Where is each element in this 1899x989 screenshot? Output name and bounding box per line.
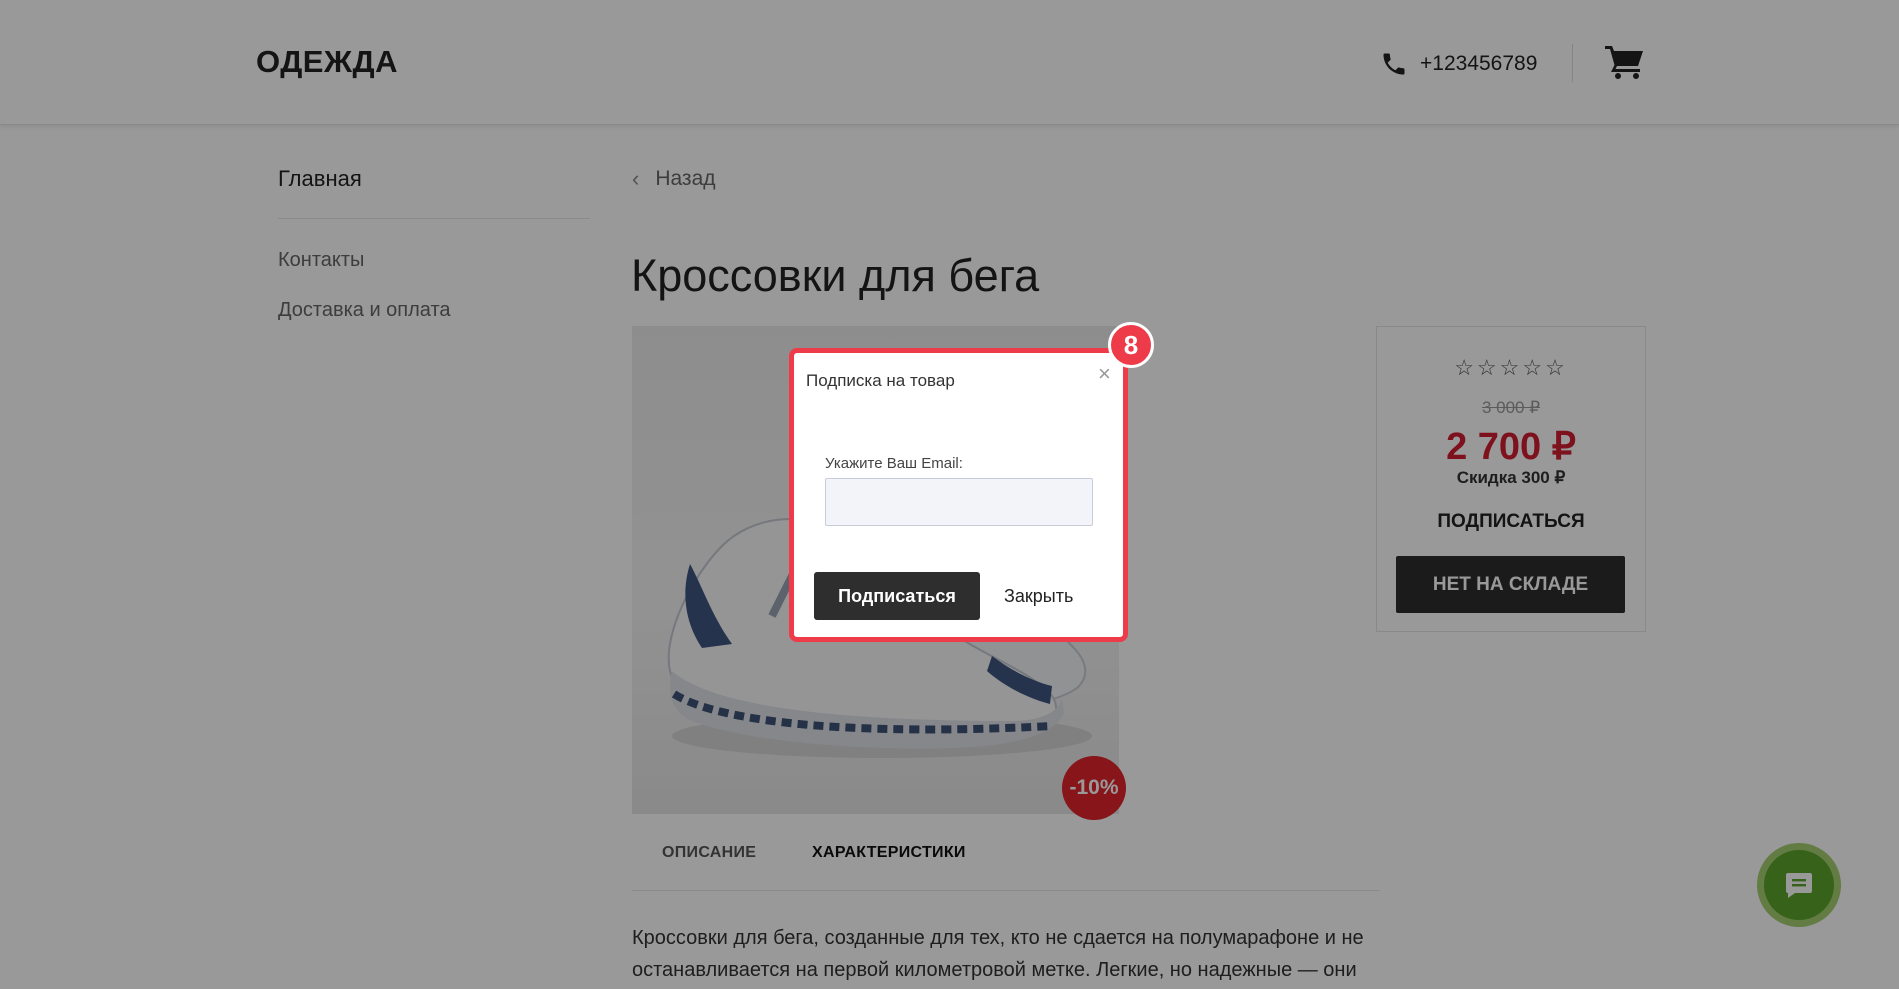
modal-title: Подписка на товар [806, 371, 955, 390]
subscribe-button[interactable]: Подписаться [814, 572, 980, 620]
subscription-modal: Подписка на товар × Укажите Ваш Email: П… [789, 348, 1128, 642]
close-icon[interactable]: × [1098, 363, 1111, 385]
close-button[interactable]: Закрыть [992, 572, 1120, 620]
step-badge: 8 [1108, 322, 1154, 368]
email-label: Укажите Ваш Email: [825, 455, 963, 472]
email-input[interactable] [825, 478, 1093, 526]
